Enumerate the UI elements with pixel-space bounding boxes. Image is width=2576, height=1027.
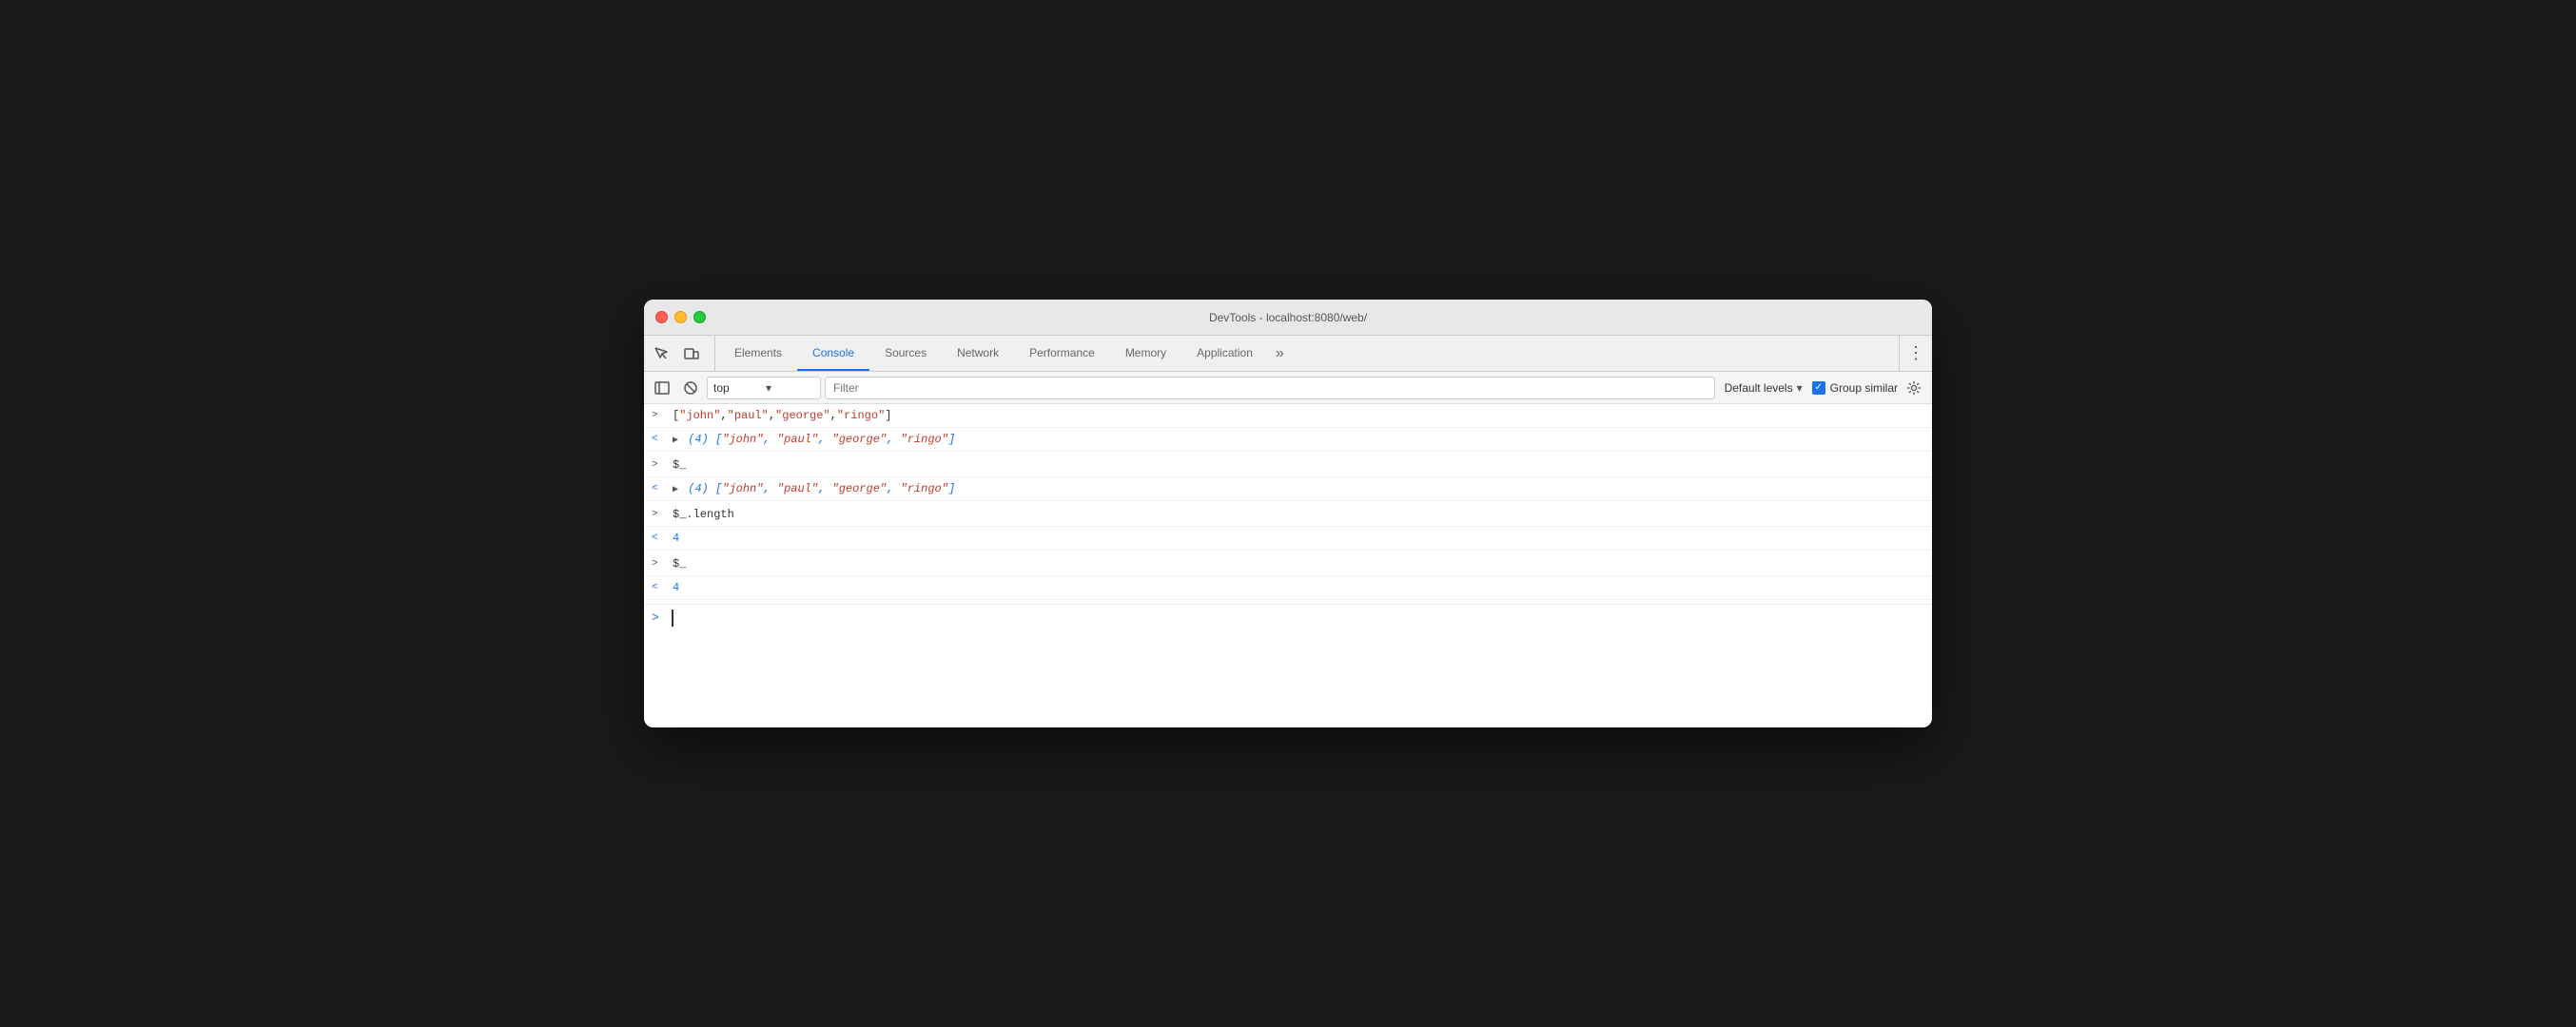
- tab-sources[interactable]: Sources: [869, 336, 942, 371]
- group-similar-container: ✓ Group similar: [1812, 381, 1898, 395]
- console-row: < ▶ (4) ["john", "paul", "george", "ring…: [644, 428, 1932, 452]
- kebab-menu-button[interactable]: ⋮: [1899, 336, 1932, 371]
- window-title: DevTools - localhost:8080/web/: [1209, 311, 1367, 324]
- tab-network[interactable]: Network: [942, 336, 1014, 371]
- log-level-selector[interactable]: Default levels ▾: [1719, 379, 1808, 397]
- group-similar-label: Group similar: [1830, 381, 1898, 395]
- input-arrow-icon: >: [652, 457, 667, 474]
- console-row: > $_: [644, 552, 1932, 576]
- chevron-down-icon: ▾: [1797, 381, 1803, 395]
- input-arrow-icon: >: [652, 556, 667, 572]
- execution-context-selector[interactable]: top ▾: [707, 377, 821, 399]
- console-toolbar: top ▾ Default levels ▾ ✓ Group similar: [644, 372, 1932, 404]
- traffic-lights: [655, 311, 706, 323]
- console-row: > ["john","paul","george","ringo"]: [644, 404, 1932, 428]
- main-tabs: Elements Console Sources Network Perform…: [719, 336, 1899, 371]
- tab-elements[interactable]: Elements: [719, 336, 797, 371]
- output-arrow-icon: <: [652, 481, 667, 497]
- more-tabs-button[interactable]: »: [1268, 336, 1292, 371]
- console-row: > $_.length: [644, 503, 1932, 527]
- console-output: > ["john","paul","george","ringo"] < ▶ (…: [644, 404, 1932, 727]
- input-arrow-icon: >: [652, 408, 667, 424]
- minimize-button[interactable]: [674, 311, 687, 323]
- console-input-cursor[interactable]: [665, 610, 673, 627]
- tab-memory[interactable]: Memory: [1110, 336, 1181, 371]
- close-button[interactable]: [655, 311, 668, 323]
- console-settings-button[interactable]: [1902, 376, 1926, 400]
- console-row: > $_: [644, 454, 1932, 477]
- console-row: < 4: [644, 527, 1932, 551]
- clear-console-button[interactable]: [678, 376, 703, 400]
- maximize-button[interactable]: [693, 311, 706, 323]
- inspect-element-button[interactable]: [648, 340, 674, 367]
- group-similar-checkbox[interactable]: ✓: [1812, 381, 1825, 395]
- output-arrow-icon: <: [652, 432, 667, 448]
- console-input-row: >: [644, 604, 1932, 631]
- console-row: < ▶ (4) ["john", "paul", "george", "ring…: [644, 477, 1932, 501]
- titlebar: DevTools - localhost:8080/web/: [644, 300, 1932, 336]
- chevron-down-icon: ▾: [766, 381, 814, 395]
- output-arrow-icon: <: [652, 580, 667, 596]
- show-sidebar-button[interactable]: [650, 376, 674, 400]
- input-arrow-icon: >: [652, 507, 667, 523]
- expand-arrow-icon[interactable]: ▶: [673, 436, 678, 446]
- output-arrow-icon: <: [652, 531, 667, 547]
- console-input-prompt: >: [652, 609, 659, 628]
- tab-performance[interactable]: Performance: [1014, 336, 1110, 371]
- tab-application[interactable]: Application: [1181, 336, 1268, 371]
- devtools-window: DevTools - localhost:8080/web/ Elements: [644, 300, 1932, 727]
- toolbar-left: [648, 336, 715, 371]
- console-filter-input[interactable]: [825, 377, 1715, 399]
- expand-arrow-icon[interactable]: ▶: [673, 485, 678, 495]
- console-row: < 4: [644, 576, 1932, 600]
- tab-console[interactable]: Console: [797, 336, 869, 371]
- tabs-bar: Elements Console Sources Network Perform…: [644, 336, 1932, 372]
- device-toggle-button[interactable]: [678, 340, 705, 367]
